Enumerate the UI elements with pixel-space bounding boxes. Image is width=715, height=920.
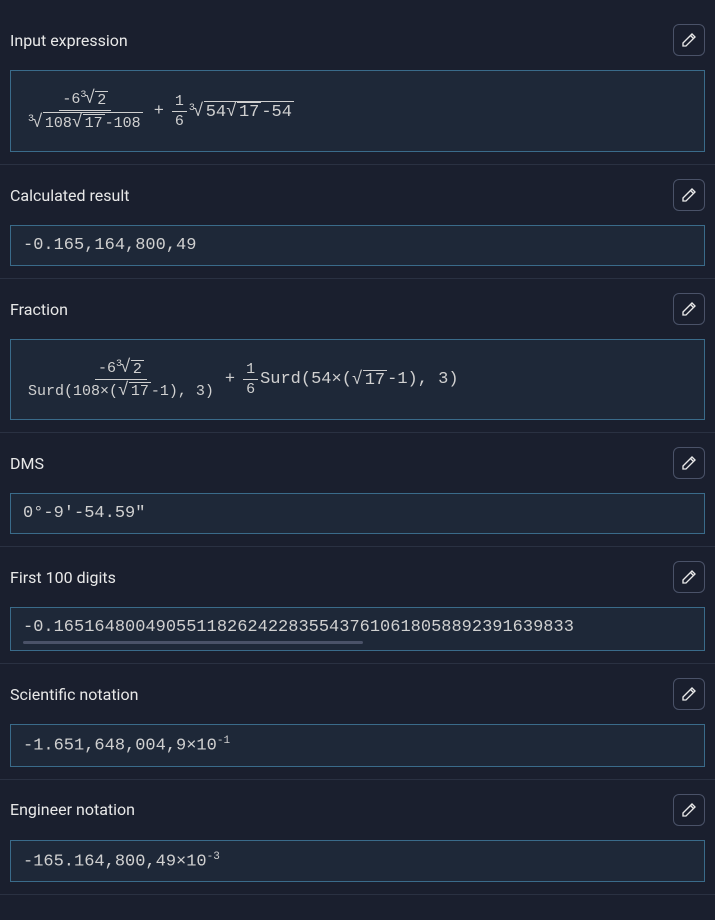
math-expression: -6 3√2 3√ 108√17-108 + 1 6 3√ 54√17-54 [23, 89, 294, 133]
section-header: DMS [0, 433, 715, 493]
sqrt-17: 17 [83, 114, 105, 132]
section-fraction: Fraction -6 3√2 Surd(108×(√17-1), 3) + [0, 279, 715, 433]
section-header: Engineer notation [0, 780, 715, 840]
den-minus-108: -108 [105, 115, 141, 132]
numerator-minus6: -6 [62, 91, 80, 108]
edit-button-scientific[interactable] [673, 678, 705, 710]
fraction-box[interactable]: -6 3√2 Surd(108×(√17-1), 3) + 1 6 Surd(5… [10, 339, 705, 420]
dms-box[interactable]: 0°-9'-54.59" [10, 493, 705, 534]
scientific-box[interactable]: -1.651,648,004,9×10-1 [10, 724, 705, 767]
plus-sign: + [154, 102, 164, 121]
den-108: 108 [45, 115, 72, 132]
surd1-sqrt17: 17 [129, 382, 151, 400]
surd2-open: Surd(54×( [260, 370, 352, 389]
frac2-6: 6 [243, 380, 258, 398]
surd2-sqrt17: 17 [363, 370, 387, 390]
section-header: Input expression [0, 10, 715, 70]
edit-button-engineer[interactable] [673, 794, 705, 826]
fraction-math: -6 3√2 Surd(108×(√17-1), 3) + 1 6 Surd(5… [23, 358, 459, 401]
eng-exp: -3 [207, 851, 220, 863]
inner-minus-54: -54 [261, 103, 292, 122]
edit-button-digits[interactable] [673, 561, 705, 593]
engineer-box[interactable]: -165.164,800,49×10-3 [10, 840, 705, 883]
surd1-close: -1), 3) [151, 383, 214, 400]
pencil-icon [680, 685, 698, 703]
section-calculated: Calculated result -0.165,164,800,49 [0, 165, 715, 279]
section-title: Calculated result [10, 186, 129, 205]
section-scientific: Scientific notation -1.651,648,004,9×10-… [0, 664, 715, 780]
frac-cuberoot-2: 2 [131, 360, 144, 378]
frac2-1: 1 [243, 361, 258, 380]
input-expression-box[interactable]: -6 3√2 3√ 108√17-108 + 1 6 3√ 54√17-54 [10, 70, 705, 152]
section-header: Fraction [0, 279, 715, 339]
frac-6: 6 [172, 112, 187, 130]
section-dms: DMS 0°-9'-54.59" [0, 433, 715, 547]
edit-button-fraction[interactable] [673, 293, 705, 325]
pencil-icon [680, 454, 698, 472]
pencil-icon [680, 801, 698, 819]
frac-1: 1 [172, 93, 187, 112]
section-header: Scientific notation [0, 664, 715, 724]
surd2-close: -1), 3) [387, 370, 458, 389]
pencil-icon [680, 186, 698, 204]
frac-num-minus6: -6 [98, 360, 116, 377]
edit-button-input[interactable] [673, 24, 705, 56]
edit-button-calculated[interactable] [673, 179, 705, 211]
top-spacer [0, 0, 715, 10]
section-digits: First 100 digits -0.16516480049055118262… [0, 547, 715, 664]
section-title: Input expression [10, 31, 128, 50]
pencil-icon [680, 300, 698, 318]
section-title: DMS [10, 454, 44, 473]
digits-box[interactable]: -0.1651648004905511826242283554376106180… [10, 607, 705, 651]
section-title: Engineer notation [10, 800, 135, 819]
section-title: Scientific notation [10, 685, 138, 704]
surd1-open: Surd(108×( [28, 383, 118, 400]
inner-54: 54 [206, 103, 226, 122]
sci-exp: -1 [217, 735, 230, 747]
digits-value: -0.1651648004905511826242283554376106180… [23, 618, 574, 637]
inner-sqrt-17: 17 [237, 102, 261, 122]
section-title: First 100 digits [10, 568, 116, 587]
section-engineer: Engineer notation -165.164,800,49×10-3 [0, 780, 715, 896]
pencil-icon [680, 31, 698, 49]
sci-mantissa: -1.651,648,004,9×10 [23, 737, 217, 756]
pencil-icon [680, 568, 698, 586]
section-header: First 100 digits [0, 547, 715, 607]
scrollbar-horizontal[interactable] [23, 641, 363, 644]
section-header: Calculated result [0, 165, 715, 225]
cuberoot-2: 2 [95, 91, 108, 109]
section-title: Fraction [10, 300, 68, 319]
results-container: Input expression -6 3√2 3√ 108√17-108 [0, 0, 715, 895]
section-input: Input expression -6 3√2 3√ 108√17-108 [0, 10, 715, 165]
edit-button-dms[interactable] [673, 447, 705, 479]
plus-sign-2: + [225, 370, 235, 389]
calculated-result-box[interactable]: -0.165,164,800,49 [10, 225, 705, 266]
eng-mantissa: -165.164,800,49×10 [23, 852, 207, 871]
